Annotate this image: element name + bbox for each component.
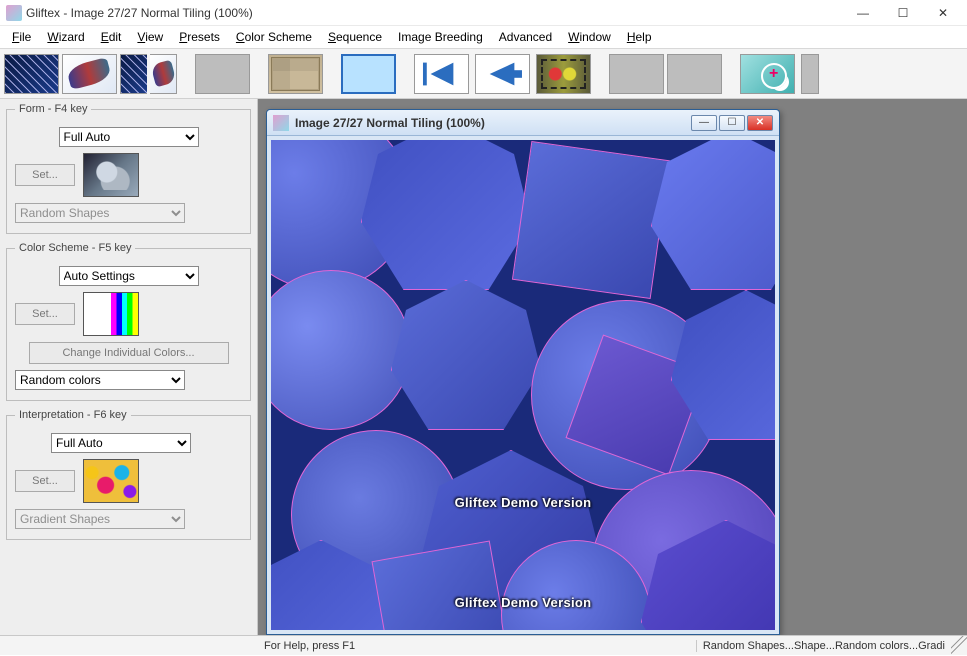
menu-wizard[interactable]: Wizard [39,28,92,46]
toolbar-btn-gray-1[interactable] [195,54,250,94]
color-mode-select[interactable]: Auto Settings [59,266,199,286]
app-icon [6,5,22,21]
interp-thumb-icon [83,459,139,503]
statusbar: For Help, press F1 Random Shapes...Shape… [0,635,967,655]
panel-interpretation: Interpretation - F6 key Full Auto Set...… [6,409,251,540]
image-window-close[interactable]: ✕ [747,115,773,131]
panel-color: Color Scheme - F5 key Auto Settings Set.… [6,242,251,401]
mdi-workspace[interactable]: Image 27/27 Normal Tiling (100%) — ☐ ✕ [258,99,967,635]
toolbar-btn-thumb-2a[interactable] [120,54,147,94]
first-arrow-icon [415,55,468,93]
image-window-maximize[interactable]: ☐ [719,115,745,131]
menu-presets[interactable]: Presets [171,28,228,46]
app-title: Gliftex - Image 27/27 Normal Tiling (100… [26,6,843,20]
toolbar-btn-zoom-in[interactable] [740,54,795,94]
side-panel: Form - F4 key Full Auto Set... Random Sh… [0,99,258,635]
toolbar-btn-gray-3[interactable] [667,54,722,94]
toolbar-btn-dimensions[interactable] [341,54,396,94]
toolbar-btn-gray-4[interactable] [801,54,819,94]
interp-style-select[interactable]: Gradient Shapes [15,509,185,529]
window-close-button[interactable]: ✕ [923,0,963,26]
image-window-icon [273,115,289,131]
interp-mode-select[interactable]: Full Auto [51,433,191,453]
menu-file[interactable]: File [4,28,39,46]
menu-edit[interactable]: Edit [93,28,130,46]
watermark-1: Gliftex Demo Version [271,495,775,510]
interp-set-button[interactable]: Set... [15,470,75,492]
form-thumb-icon [83,153,139,197]
image-window[interactable]: Image 27/27 Normal Tiling (100%) — ☐ ✕ [266,109,780,635]
color-palette-select[interactable]: Random colors [15,370,185,390]
menu-color-scheme[interactable]: Color Scheme [228,28,320,46]
menu-help[interactable]: Help [619,28,660,46]
window-maximize-button[interactable]: ☐ [883,0,923,26]
form-mode-select[interactable]: Full Auto [59,127,199,147]
menu-image-breeding[interactable]: Image Breeding [390,28,491,46]
color-set-button[interactable]: Set... [15,303,75,325]
toolbar-btn-thumb-2b[interactable] [150,54,177,94]
toolbar-btn-feather-1[interactable] [62,54,117,94]
toolbar-btn-filmstrip[interactable] [536,54,591,94]
watermark-2: Gliftex Demo Version [271,595,775,610]
panel-form: Form - F4 key Full Auto Set... Random Sh… [6,103,251,234]
color-thumb-icon [83,292,139,336]
menubar: File Wizard Edit View Presets Color Sche… [0,26,967,49]
image-window-title: Image 27/27 Normal Tiling (100%) [295,116,691,130]
change-colors-button[interactable]: Change Individual Colors... [29,342,229,364]
menu-window[interactable]: Window [560,28,619,46]
image-window-titlebar[interactable]: Image 27/27 Normal Tiling (100%) — ☐ ✕ [267,110,779,136]
toolbar-btn-gray-2[interactable] [609,54,664,94]
form-set-button[interactable]: Set... [15,164,75,186]
menu-view[interactable]: View [129,28,171,46]
prev-arrow-icon [476,55,529,93]
panel-interp-legend: Interpretation - F6 key [15,409,131,421]
toolbar-btn-lightning-1[interactable] [4,54,59,94]
resize-grip-icon[interactable] [951,636,967,656]
window-minimize-button[interactable]: — [843,0,883,26]
toolbar-btn-tiles[interactable] [268,54,323,94]
panel-color-legend: Color Scheme - F5 key [15,242,135,254]
status-help-text: For Help, press F1 [258,640,696,652]
menu-sequence[interactable]: Sequence [320,28,390,46]
status-summary-text: Random Shapes...Shape...Random colors...… [696,640,951,652]
form-shape-select[interactable]: Random Shapes [15,203,185,223]
panel-form-legend: Form - F4 key [15,103,91,115]
image-canvas: Gliftex Demo Version Gliftex Demo Versio… [271,140,775,630]
menu-advanced[interactable]: Advanced [491,28,560,46]
toolbar [0,49,967,99]
window-controls: — ☐ ✕ [843,0,963,26]
toolbar-btn-first[interactable] [414,54,469,94]
image-window-minimize[interactable]: — [691,115,717,131]
app-titlebar: Gliftex - Image 27/27 Normal Tiling (100… [0,0,967,26]
toolbar-btn-prev[interactable] [475,54,530,94]
